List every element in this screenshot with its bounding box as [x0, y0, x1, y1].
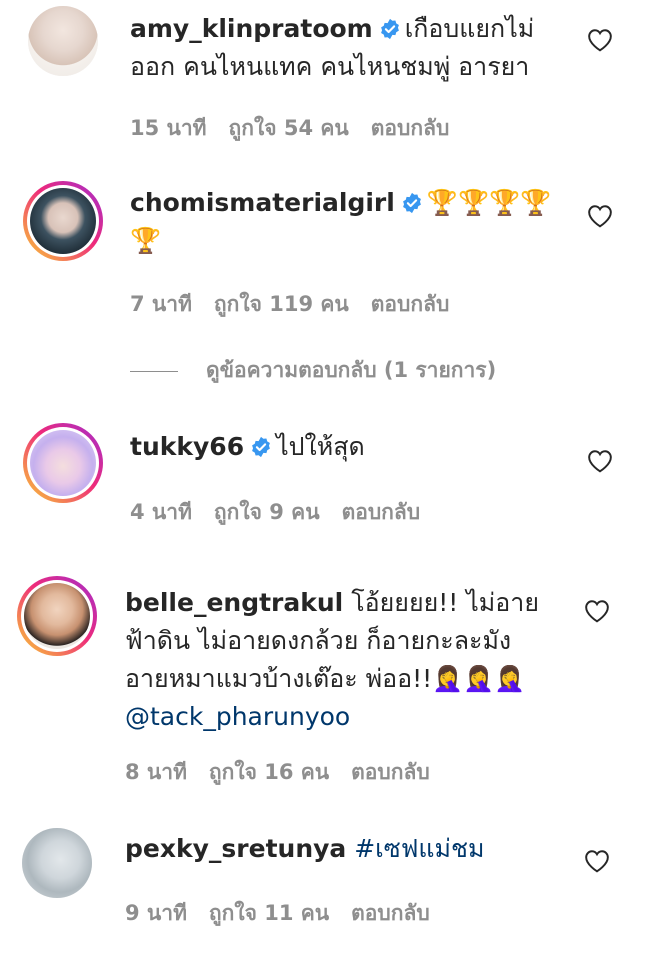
- comment-time: 15 นาที: [130, 116, 207, 140]
- comment-text: เกือบแยกไม่: [404, 14, 535, 43]
- verified-badge-icon: [380, 18, 399, 40]
- replies-divider: [130, 370, 178, 372]
- heart-outline-icon[interactable]: [584, 599, 610, 623]
- comment-username[interactable]: amy_klinpratoom: [130, 14, 373, 43]
- comment-time: 4 นาที: [130, 500, 192, 524]
- comment-text: ออก คนไหนแทค คนไหนชมพู่ อารยา: [130, 52, 530, 81]
- hashtag-link[interactable]: #เซฟแม่ชม: [354, 834, 484, 863]
- avatar[interactable]: [17, 576, 97, 656]
- comment-likes[interactable]: ถูกใจ 54 คน: [229, 116, 349, 140]
- avatar[interactable]: [28, 6, 98, 76]
- comment-username[interactable]: belle_engtrakul: [125, 588, 343, 617]
- comment-time: 9 นาที: [125, 901, 187, 925]
- view-replies-label: ดูข้อความตอบกลับ (1 รายการ): [206, 358, 497, 382]
- avatar[interactable]: [23, 181, 103, 261]
- avatar[interactable]: [22, 828, 92, 898]
- reply-button[interactable]: ตอบกลับ: [371, 292, 450, 316]
- avatar[interactable]: [23, 423, 103, 503]
- comment-likes[interactable]: ถูกใจ 16 คน: [209, 760, 329, 784]
- heart-outline-icon[interactable]: [587, 204, 613, 228]
- comment-time: 7 นาที: [130, 292, 192, 316]
- reply-button[interactable]: ตอบกลับ: [342, 500, 421, 524]
- comment-text: 🏆🏆🏆🏆: [426, 188, 552, 217]
- mention-link[interactable]: @tack_pharunyoo: [125, 702, 350, 731]
- reply-button[interactable]: ตอบกลับ: [371, 116, 450, 140]
- comment-likes[interactable]: ถูกใจ 11 คน: [209, 901, 329, 925]
- reply-button[interactable]: ตอบกลับ: [351, 901, 430, 925]
- comment-likes[interactable]: ถูกใจ 119 คน: [214, 292, 349, 316]
- view-replies-link[interactable]: ดูข้อความตอบกลับ (1 รายการ): [130, 354, 496, 387]
- verified-badge-icon: [252, 436, 270, 458]
- comment-text: 🏆: [130, 226, 162, 255]
- comment-text: โอ้ยยยย!! ไม่อาย: [351, 588, 539, 617]
- comment-time: 8 นาที: [125, 760, 187, 784]
- heart-outline-icon[interactable]: [584, 849, 610, 873]
- comment-text: ฟ้าดิน ไม่อายดงกล้วย ก็อายกะละมัง: [125, 626, 512, 655]
- reply-button[interactable]: ตอบกลับ: [351, 760, 430, 784]
- comment-likes[interactable]: ถูกใจ 9 คน: [214, 500, 320, 524]
- comment-username[interactable]: tukky66: [130, 432, 244, 461]
- comment-text: อายหมาแมวบ้างเต๊อะ พ่ออ!!🤦‍♀️🤦‍♀️🤦‍♀️: [125, 664, 526, 693]
- heart-outline-icon[interactable]: [587, 28, 613, 52]
- verified-badge-icon: [402, 192, 421, 214]
- heart-outline-icon[interactable]: [587, 449, 613, 473]
- comment-text: ไปให้สุด: [276, 432, 365, 461]
- comment-username[interactable]: chomismaterialgirl: [130, 188, 395, 217]
- comment-username[interactable]: pexky_sretunya: [125, 834, 346, 863]
